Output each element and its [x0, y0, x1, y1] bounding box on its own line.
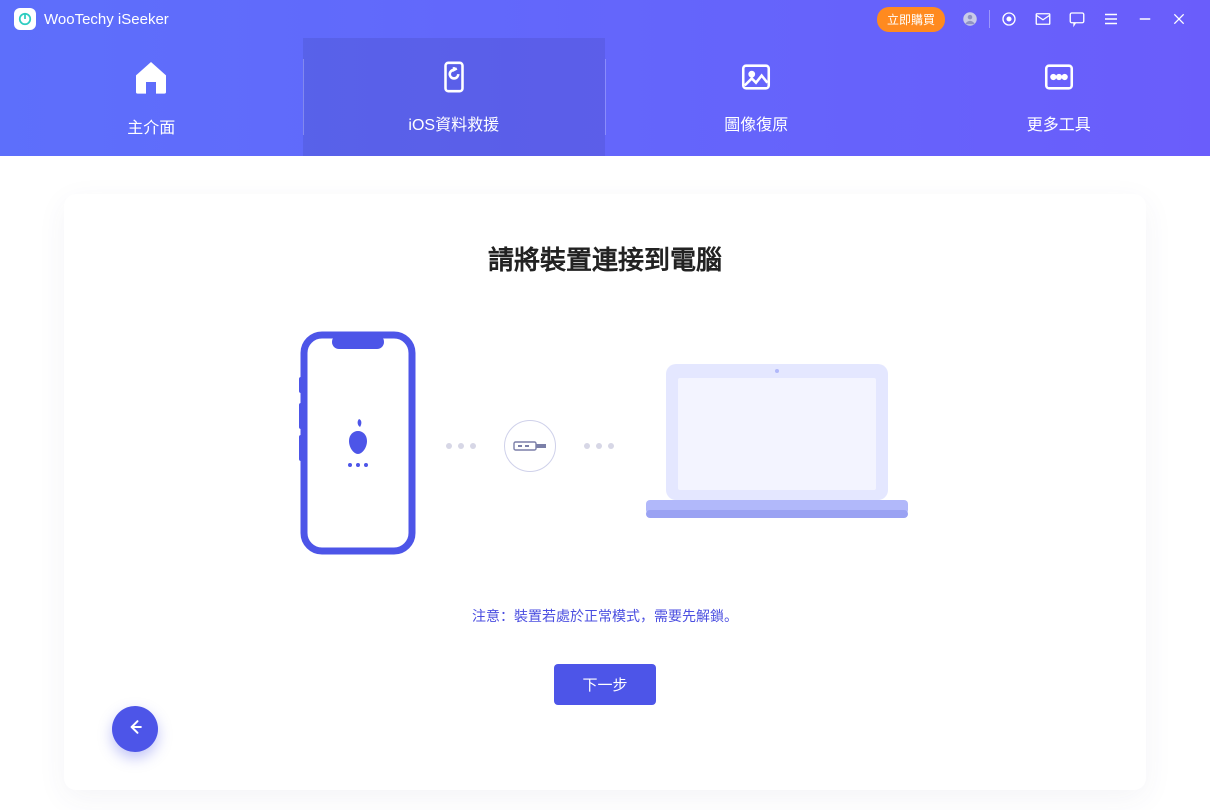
nav-label: 圖像復原 — [724, 111, 788, 135]
phone-illustration-icon — [298, 331, 418, 560]
arrow-left-icon — [125, 717, 145, 742]
nav-label: 主介面 — [127, 114, 175, 138]
app-title: WooTechy iSeeker — [44, 11, 169, 28]
mail-icon[interactable] — [1026, 0, 1060, 38]
connect-card: 請將裝置連接到電腦 — [64, 194, 1146, 790]
app-logo-icon — [14, 8, 36, 30]
refresh-device-icon — [437, 60, 471, 99]
laptop-illustration-icon — [642, 358, 912, 533]
target-icon[interactable] — [992, 0, 1026, 38]
menu-icon[interactable] — [1094, 0, 1128, 38]
buy-now-button[interactable]: 立即購買 — [877, 7, 945, 32]
home-icon — [131, 57, 171, 102]
feedback-icon[interactable] — [1060, 0, 1094, 38]
nav-label: 更多工具 — [1027, 111, 1091, 135]
nav-image-restore[interactable]: 圖像復原 — [605, 38, 908, 156]
main-nav: 主介面 iOS資料救援 圖像復原 更多工具 — [0, 38, 1210, 156]
page-heading: 請將裝置連接到電腦 — [488, 240, 722, 277]
nav-label: iOS資料救援 — [408, 111, 499, 135]
nav-more-tools[interactable]: 更多工具 — [908, 38, 1210, 156]
close-icon[interactable] — [1162, 0, 1196, 38]
more-icon — [1042, 60, 1076, 99]
usb-plug-icon — [504, 420, 556, 472]
dots-left-icon — [446, 443, 476, 449]
content-area: 請將裝置連接到電腦 — [0, 156, 1210, 810]
titlebar-separator — [989, 10, 990, 28]
minimize-icon[interactable] — [1128, 0, 1162, 38]
nav-ios-recovery[interactable]: iOS資料救援 — [303, 38, 606, 156]
image-icon — [739, 60, 773, 99]
nav-home[interactable]: 主介面 — [0, 38, 303, 156]
titlebar: WooTechy iSeeker 立即購買 — [0, 0, 1210, 38]
dots-right-icon — [584, 443, 614, 449]
unlock-notice: 注意：裝置若處於正常模式，需要先解鎖。 — [472, 606, 738, 626]
connection-diagram — [298, 331, 912, 560]
next-button[interactable]: 下一步 — [554, 664, 655, 705]
account-icon[interactable] — [953, 0, 987, 38]
back-button[interactable] — [112, 706, 158, 752]
app-brand: WooTechy iSeeker — [14, 8, 169, 30]
